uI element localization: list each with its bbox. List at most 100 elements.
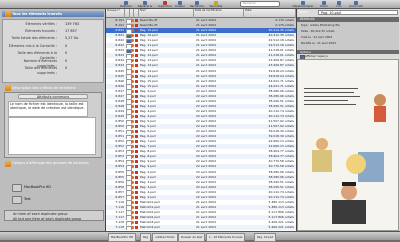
file-color-icon	[135, 59, 138, 63]
toolbar-button-5[interactable]: Recherche	[190, 1, 204, 8]
file-color-icon	[135, 29, 138, 33]
all-found-items-header[interactable]: Tous les éléments trouvés	[2, 11, 104, 17]
file-color-icon	[135, 190, 138, 194]
info-created: Créé le : 21 avril 2004	[301, 35, 333, 39]
found-items-icon	[5, 11, 11, 17]
option-one-item[interactable]: An item of each duplicate group	[13, 212, 68, 216]
toolbar-button-1[interactable]: Déplacer	[120, 1, 132, 8]
status-dot-icon	[131, 59, 134, 63]
file-color-icon	[135, 226, 138, 230]
status-dot-icon	[131, 89, 134, 93]
status-dot-icon	[131, 130, 134, 134]
file-color-icon	[135, 155, 138, 159]
path-untitled-folder[interactable]: untitled folder	[152, 233, 178, 242]
status-dot-icon	[131, 104, 134, 108]
display-options-title[interactable]: Options d'affichage des groupes de doubl…	[2, 160, 104, 171]
info-modified: Modifié le : 21 avril 2004	[301, 41, 336, 45]
file-color-icon	[135, 44, 138, 48]
toolbar-button-6[interactable]: Verrouiller	[208, 1, 224, 8]
file-color-icon	[135, 195, 138, 199]
file-color-icon	[135, 89, 138, 93]
file-color-icon	[135, 84, 138, 88]
file-color-icon	[135, 125, 138, 129]
toolbar-button-7[interactable]: Déplacer/Copier	[292, 1, 314, 8]
file-color-icon	[135, 94, 138, 98]
file-color-icon	[135, 175, 138, 179]
status-dot-icon	[131, 155, 134, 159]
status-dot-icon	[131, 114, 134, 118]
file-color-icon	[135, 221, 138, 224]
file-color-icon	[135, 64, 138, 68]
status-dot-icon	[131, 109, 134, 113]
path-selected-file[interactable]: Pag. 10.psd	[254, 233, 277, 242]
path-test-folder[interactable]: Dossier de test	[178, 233, 206, 242]
option-all-but-one[interactable]: All but one item of each duplicate group	[13, 217, 81, 221]
status-dot-icon	[131, 150, 134, 154]
stats-panel: Éléments vérifiés :139 763 Éléments trou…	[2, 19, 104, 83]
toolbar-button-3[interactable]: Supprimer	[158, 1, 172, 8]
status-dot-icon	[131, 19, 134, 22]
criteria-icon	[5, 85, 11, 91]
file-color-icon	[135, 49, 138, 53]
stat-row: Taille des éléments à la Corbeille :0	[17, 51, 68, 60]
file-color-icon	[135, 185, 138, 189]
stat-row: Éléments vérifiés :139 763	[25, 22, 80, 26]
name-field[interactable]: Pag. 10.psd	[318, 10, 398, 15]
file-color-icon	[135, 165, 138, 169]
toolbar-button-8[interactable]: Ouvrir	[318, 1, 330, 8]
show-preview-checkbox[interactable]: Afficher l'aperçu	[300, 54, 328, 60]
attributes-panel: Type : Adobe Photoshop file Taille : 40.…	[297, 22, 399, 50]
status-dot-icon	[131, 145, 134, 149]
file-color-icon	[135, 74, 138, 78]
toolbar-button-2[interactable]: Déplacer & Copier	[134, 1, 156, 11]
status-dot-icon	[131, 226, 134, 230]
status-dot-icon	[131, 74, 134, 78]
status-dot-icon	[131, 165, 134, 169]
status-dot-icon	[131, 34, 134, 38]
column-size[interactable]: Taille	[244, 9, 296, 18]
file-color-icon	[135, 19, 138, 22]
status-dot-icon	[131, 94, 134, 98]
status-dot-icon	[131, 170, 134, 174]
file-color-icon	[135, 135, 138, 139]
criteria-header: Attributs communs	[18, 94, 88, 99]
stat-row: Taille totale des éléments :5,27 Go	[11, 36, 79, 40]
path-macbookpro-hd[interactable]: MacBookPro HD	[108, 233, 137, 242]
table-header: Groupe n° Nom Date de modification Taill…	[106, 9, 296, 18]
status-dot-icon	[131, 215, 134, 219]
criteria-list[interactable]	[8, 117, 96, 155]
toolbar-button-4[interactable]: Dossier	[174, 1, 186, 8]
file-color-icon	[135, 205, 138, 209]
status-dot-icon	[131, 69, 134, 73]
device-macbookpro-hd[interactable]: MacBookPro HD	[10, 183, 102, 192]
status-dot-icon	[131, 29, 134, 33]
column-date[interactable]: Date de modification	[194, 9, 244, 18]
file-color-icon	[135, 34, 138, 38]
status-dot-icon	[131, 221, 134, 224]
status-dot-icon	[131, 195, 134, 199]
file-color-icon	[135, 145, 138, 149]
criteria-title[interactable]: Description des critères de recherche	[2, 85, 104, 91]
status-dot-icon	[131, 205, 134, 209]
info-size: Taille : 40.412.35 octets	[301, 29, 335, 33]
status-dot-icon	[131, 185, 134, 189]
path-pag[interactable]: Pag	[140, 233, 152, 242]
hard-drive-icon	[12, 184, 22, 192]
file-color-icon	[135, 109, 138, 113]
search-input[interactable]: Recherche	[240, 1, 280, 7]
file-color-icon	[135, 200, 138, 204]
device-test[interactable]: Test	[10, 195, 102, 204]
file-color-icon	[135, 39, 138, 43]
options-icon	[5, 161, 11, 167]
file-color-icon	[135, 150, 138, 154]
status-dot-icon	[131, 44, 134, 48]
column-name[interactable]: Nom	[139, 9, 194, 18]
status-dot-icon	[131, 84, 134, 88]
status-dot-icon	[131, 120, 134, 123]
toolbar-button-9[interactable]: Info	[334, 1, 344, 8]
status-dot-icon	[131, 190, 134, 194]
toolbar-button-10[interactable]: Quick look	[348, 1, 364, 8]
file-color-icon	[135, 130, 138, 134]
criteria-description: Le nom de fichier est identique, la tail…	[8, 101, 88, 117]
column-group[interactable]: Groupe n°	[106, 9, 125, 18]
